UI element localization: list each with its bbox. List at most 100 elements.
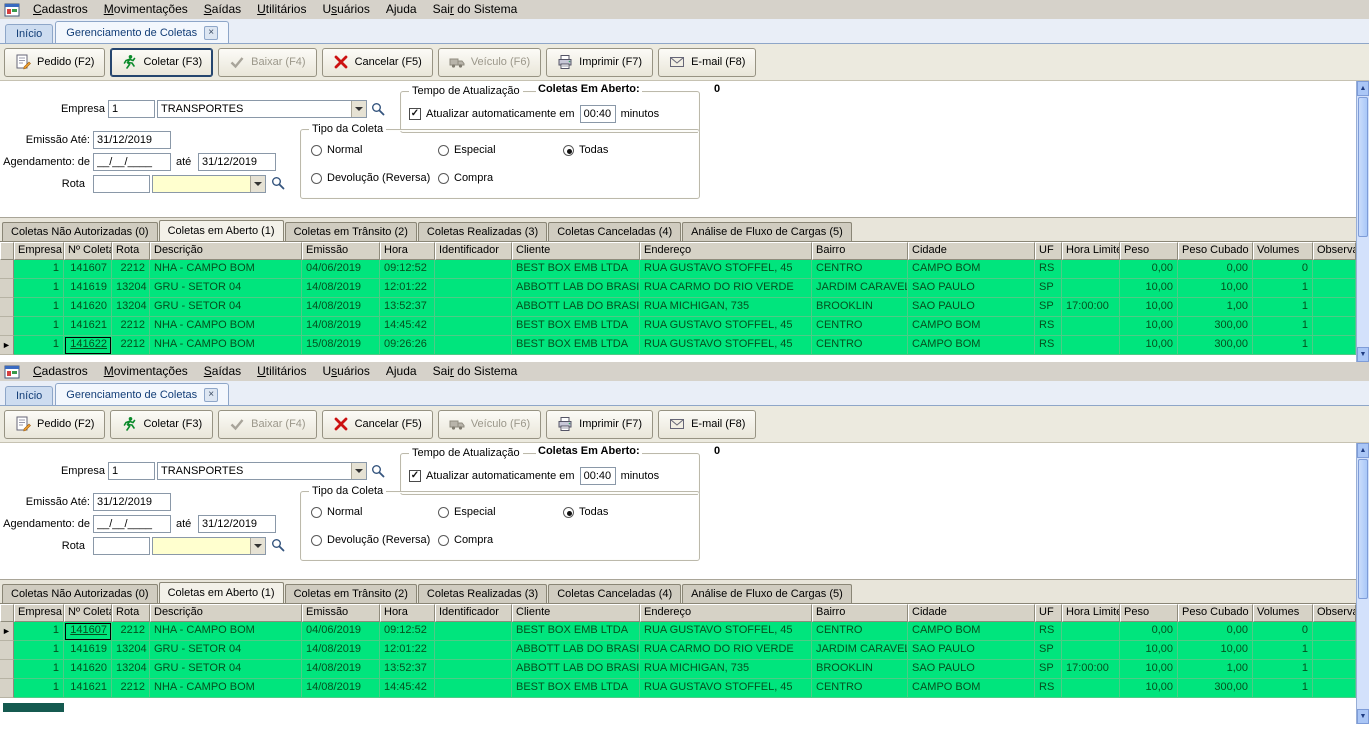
grid-cell-n-coleta[interactable]: 141619 [64, 641, 112, 660]
menu-item-cadastros[interactable]: Cadastros [25, 363, 96, 380]
grid-header-rota[interactable]: Rota [112, 242, 150, 260]
grid-cell-descricao[interactable]: NHA - CAMPO BOM [150, 622, 302, 641]
grid-tab-coletas-em-transito-2[interactable]: Coletas em Trânsito (2) [285, 584, 417, 603]
grid-header-hora[interactable]: Hora [380, 242, 435, 260]
grid-header-uf[interactable]: UF [1035, 604, 1062, 622]
scroll-up-arrow-icon[interactable]: ▲ [1357, 81, 1369, 96]
grid-cell-hora[interactable]: 09:12:52 [380, 260, 435, 279]
grid-cell-endereco[interactable]: RUA GUSTAVO STOFFEL, 45 [640, 679, 812, 698]
toolbar-button-e-mail-f8[interactable]: E-mail (F8) [658, 48, 756, 77]
grid-cell-n-coleta[interactable]: 141620 [64, 660, 112, 679]
grid-cell-empresa[interactable]: 1 [14, 298, 64, 317]
grid-row-141622[interactable]: ►11416222212NHA - CAMPO BOM15/08/201909:… [0, 336, 1356, 355]
rota-combo[interactable] [152, 175, 266, 193]
grid-cell-endereco[interactable]: RUA GUSTAVO STOFFEL, 45 [640, 336, 812, 355]
grid-cell-cliente[interactable]: BEST BOX EMB LTDA [512, 317, 640, 336]
grid-cell-peso[interactable]: 10,00 [1120, 679, 1178, 698]
grid-cell-peso-cubado[interactable]: 300,00 [1178, 336, 1253, 355]
grid-cell-n-coleta[interactable]: 141619 [64, 279, 112, 298]
grid-cell-hora[interactable]: 13:52:37 [380, 298, 435, 317]
grid-cell-observacao[interactable] [1313, 279, 1356, 298]
toolbar-button-coletar-f3[interactable]: Coletar (F3) [110, 410, 213, 439]
grid-cell-identificador[interactable] [435, 317, 512, 336]
scroll-track[interactable] [1357, 600, 1369, 709]
grid-cell-volumes[interactable]: 1 [1253, 660, 1313, 679]
grid-header-bairro[interactable]: Bairro [812, 242, 908, 260]
grid-cell-n-coleta[interactable]: 141621 [64, 679, 112, 698]
grid-cell-hora[interactable]: 14:45:42 [380, 679, 435, 698]
grid-cell-volumes[interactable]: 1 [1253, 336, 1313, 355]
grid-header-peso-cubado[interactable]: Peso Cubado [1178, 242, 1253, 260]
grid-cell-peso[interactable]: 10,00 [1120, 317, 1178, 336]
grid-cell-endereco[interactable]: RUA CARMO DO RIO VERDE [640, 279, 812, 298]
grid-cell-cidade[interactable]: SAO PAULO [908, 660, 1035, 679]
grid-tab-coletas-canceladas-4[interactable]: Coletas Canceladas (4) [548, 584, 681, 603]
grid-cell-volumes[interactable]: 1 [1253, 317, 1313, 336]
grid-tab-analise-de-fluxo-de-cargas-5[interactable]: Análise de Fluxo de Cargas (5) [682, 222, 852, 241]
grid-cell-peso[interactable]: 10,00 [1120, 641, 1178, 660]
grid-cell-cliente[interactable]: ABBOTT LAB DO BRASI [512, 298, 640, 317]
menu-item-usuarios[interactable]: Usuários [314, 1, 377, 18]
grid-cell-cidade[interactable]: CAMPO BOM [908, 336, 1035, 355]
grid-cell-identificador[interactable] [435, 622, 512, 641]
grid-cell-cidade[interactable]: SAO PAULO [908, 641, 1035, 660]
radio-todas[interactable]: Todas [563, 144, 608, 156]
empresa-combo[interactable]: TRANSPORTES [157, 100, 367, 118]
grid-cell-bairro[interactable]: BROOKLIN [812, 660, 908, 679]
grid-cell-hora-limite[interactable] [1062, 260, 1120, 279]
grid-cell-peso-cubado[interactable]: 300,00 [1178, 317, 1253, 336]
grid-cell-cliente[interactable]: ABBOTT LAB DO BRASI [512, 641, 640, 660]
grid-cell-observacao[interactable] [1313, 336, 1356, 355]
grid-header-cidade[interactable]: Cidade [908, 604, 1035, 622]
emissao-ate-input[interactable] [93, 493, 171, 511]
grid-cell-descricao[interactable]: NHA - CAMPO BOM [150, 260, 302, 279]
grid-cell-cliente[interactable]: ABBOTT LAB DO BRASI [512, 660, 640, 679]
menu-item-movimentacoes[interactable]: Movimentações [96, 1, 196, 18]
empresa-search-icon[interactable] [371, 102, 385, 116]
grid-cell-volumes[interactable]: 0 [1253, 622, 1313, 641]
grid-cell-emissao[interactable]: 04/06/2019 [302, 260, 380, 279]
grid-cell-rota[interactable]: 2212 [112, 317, 150, 336]
grid-cell-peso[interactable]: 0,00 [1120, 260, 1178, 279]
grid-cell-hora-limite[interactable] [1062, 317, 1120, 336]
menu-item-utilitarios[interactable]: Utilitários [249, 1, 314, 18]
grid-header-peso-cubado[interactable]: Peso Cubado [1178, 604, 1253, 622]
grid-cell-peso[interactable]: 10,00 [1120, 660, 1178, 679]
grid-cell-cliente[interactable]: BEST BOX EMB LTDA [512, 622, 640, 641]
grid-cell-peso-cubado[interactable]: 0,00 [1178, 622, 1253, 641]
grid-cell-rota[interactable]: 13204 [112, 641, 150, 660]
grid-cell-cliente[interactable]: BEST BOX EMB LTDA [512, 260, 640, 279]
grid-header-emissao[interactable]: Emissão [302, 604, 380, 622]
grid-cell-cidade[interactable]: CAMPO BOM [908, 317, 1035, 336]
grid-cell-bairro[interactable]: CENTRO [812, 622, 908, 641]
grid-header-volumes[interactable]: Volumes [1253, 604, 1313, 622]
grid-cell-bairro[interactable]: CENTRO [812, 260, 908, 279]
grid-cell-emissao[interactable]: 14/08/2019 [302, 279, 380, 298]
grid-row-141619[interactable]: 114161913204GRU - SETOR 0414/08/201912:0… [0, 279, 1356, 298]
toolbar-button-imprimir-f7[interactable]: Imprimir (F7) [546, 410, 653, 439]
grid-cell-cidade[interactable]: SAO PAULO [908, 279, 1035, 298]
vertical-scrollbar[interactable]: ▲ ▼ [1356, 81, 1369, 362]
grid-cell-observacao[interactable] [1313, 260, 1356, 279]
grid-cell-uf[interactable]: RS [1035, 317, 1062, 336]
empresa-code-input[interactable] [108, 462, 155, 480]
page-tab-gerenciamento-de-coletas[interactable]: Gerenciamento de Coletas× [55, 21, 229, 43]
grid-cell-rota[interactable]: 13204 [112, 298, 150, 317]
scroll-thumb[interactable] [1358, 97, 1368, 237]
empresa-combo[interactable]: TRANSPORTES [157, 462, 367, 480]
radio-devolucao-reversa[interactable]: Devolução (Reversa) [311, 534, 430, 546]
toolbar-button-pedido-f2[interactable]: Pedido (F2) [4, 410, 105, 439]
empresa-combo-arrow-icon[interactable] [351, 101, 366, 117]
grid-cell-endereco[interactable]: RUA MICHIGAN, 735 [640, 298, 812, 317]
grid-cell-endereco[interactable]: RUA MICHIGAN, 735 [640, 660, 812, 679]
grid-cell-empresa[interactable]: 1 [14, 317, 64, 336]
grid-header-uf[interactable]: UF [1035, 242, 1062, 260]
grid-cell-identificador[interactable] [435, 336, 512, 355]
scroll-track[interactable] [1357, 238, 1369, 347]
agendamento-ate-input[interactable] [198, 153, 276, 171]
empresa-search-icon[interactable] [371, 464, 385, 478]
rota-search-icon[interactable] [271, 538, 285, 552]
grid-cell-descricao[interactable]: GRU - SETOR 04 [150, 641, 302, 660]
grid-tab-coletas-realizadas-3[interactable]: Coletas Realizadas (3) [418, 584, 547, 603]
grid-header-endereco[interactable]: Endereço [640, 242, 812, 260]
